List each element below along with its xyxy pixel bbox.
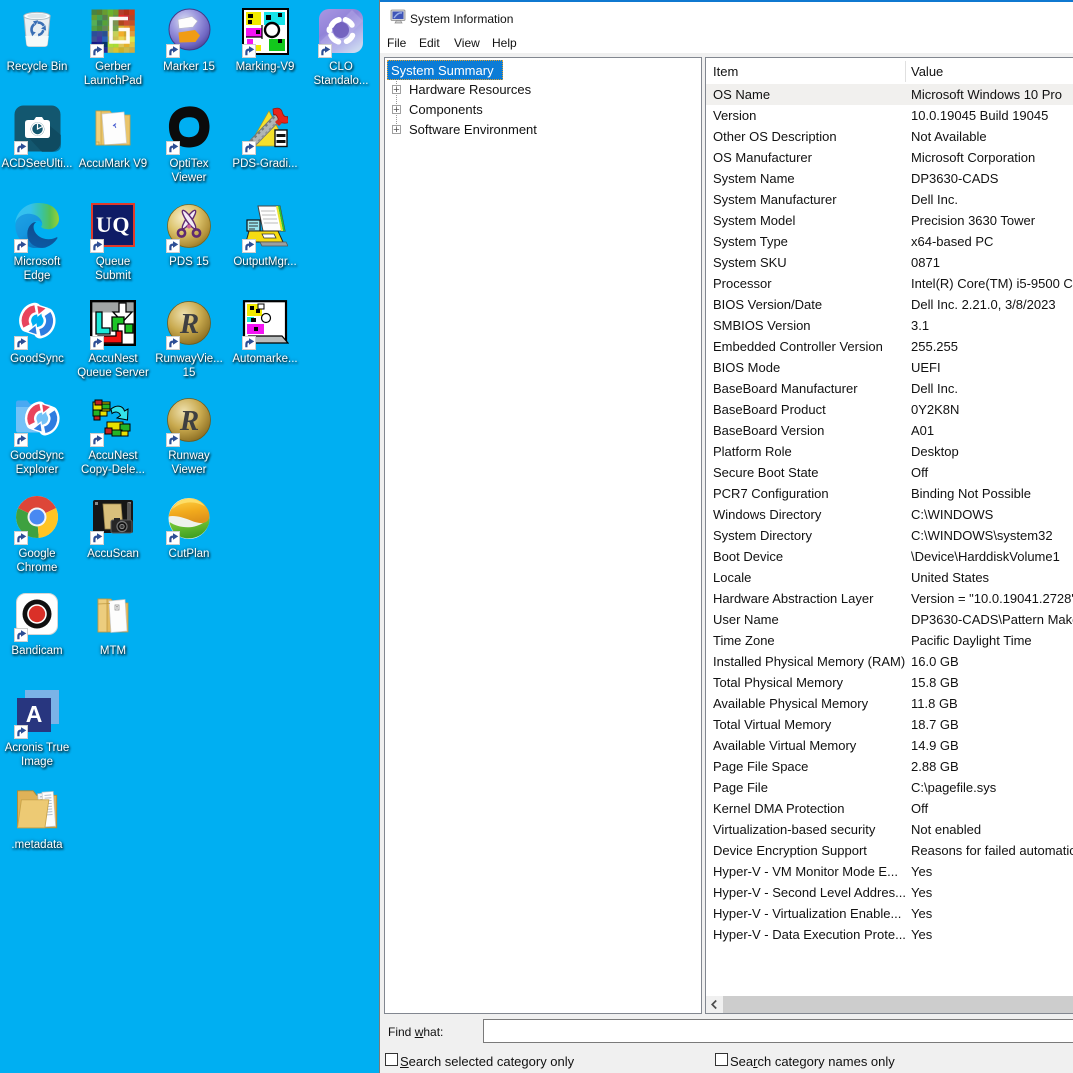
svg-text:R: R — [179, 308, 199, 340]
svg-text:R: R — [179, 405, 199, 437]
svg-text:A: A — [26, 701, 43, 727]
